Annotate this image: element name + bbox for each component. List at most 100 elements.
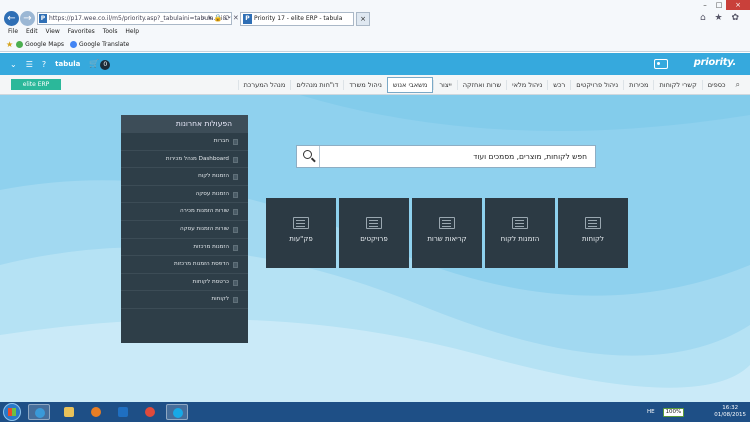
- search-icon[interactable]: ⌕: [731, 80, 740, 90]
- recent-item[interactable]: מנהל מכירות Dashboard: [121, 151, 248, 169]
- minimize-button[interactable]: –: [698, 0, 712, 10]
- cart-button[interactable]: 🛒 0: [89, 58, 111, 70]
- language-indicator[interactable]: HE: [647, 409, 655, 415]
- recent-item[interactable]: הזמנות עסקה: [121, 186, 248, 204]
- url-text: https://p17.wee.co.il/m5/priority.asp?_t…: [49, 15, 228, 22]
- form-icon: [439, 217, 455, 229]
- recent-item-label: הזמנות מרכזות: [193, 243, 229, 250]
- menu-edit[interactable]: Edit: [26, 28, 38, 35]
- close-window-button[interactable]: ×: [726, 0, 750, 10]
- menu-project-management[interactable]: ניהול פרויקטים: [570, 80, 623, 90]
- taskbar-skype[interactable]: [166, 404, 188, 420]
- taskbar-outlook[interactable]: [112, 404, 134, 420]
- recent-item[interactable]: הזמנות לקוח: [121, 168, 248, 186]
- recent-item-label: שורות הזמנות עסקה: [180, 225, 229, 232]
- search-icon[interactable]: [297, 146, 320, 167]
- search-placeholder: חפש לקוחות, מוצרים, מסמכים ועוד: [473, 152, 587, 161]
- recent-item-label: מנהל מכירות Dashboard: [165, 155, 229, 162]
- menu-view[interactable]: View: [46, 28, 60, 35]
- recent-item-label: הזמנות לקוח: [198, 173, 229, 180]
- menu-service[interactable]: שרות ואחזקה: [456, 80, 506, 90]
- menu-sales[interactable]: מכירות: [623, 80, 653, 90]
- menu-crm[interactable]: קשרי לקוחות: [653, 80, 701, 90]
- menu-production[interactable]: ייצור: [433, 80, 456, 90]
- menu-management-reports[interactable]: דו"חות מנהלים: [290, 80, 343, 90]
- recent-item-label: הדפסת הזמנות מרכזות: [174, 261, 229, 268]
- recent-item-label: כרטסת לקוחות: [192, 278, 229, 285]
- menu-human-resources[interactable]: משאבי אנוש: [386, 77, 434, 93]
- menu-favorites[interactable]: Favorites: [68, 28, 95, 35]
- global-search-input[interactable]: חפש לקוחות, מוצרים, מסמכים ועוד: [296, 145, 596, 168]
- recent-item[interactable]: הזמנות מרכזות: [121, 239, 248, 257]
- close-icon: ×: [360, 15, 366, 23]
- tab-label: Priority 17 - elite ERP - tabula: [254, 15, 343, 22]
- clock[interactable]: 16:32 01/08/2015: [714, 405, 746, 419]
- battery-indicator[interactable]: 100%: [662, 407, 685, 417]
- favorite-google-translate[interactable]: Google Translate: [70, 41, 129, 48]
- cart-icon: 🛒: [89, 58, 100, 68]
- recent-item[interactable]: לקוחות: [121, 291, 248, 309]
- taskbar-media[interactable]: [85, 404, 107, 420]
- browser-chrome: ← → P https://p17.wee.co.il/m5/priority.…: [0, 0, 750, 52]
- main-menu-bar: elite ERP ⌕ כספים קשרי לקוחות מכירות ניה…: [0, 75, 750, 95]
- taskbar-chrome[interactable]: [139, 404, 161, 420]
- report-icon: [233, 279, 238, 286]
- recent-activities-panel: הפעולות אחרונות חברות מנהל מכירות Dashbo…: [121, 115, 248, 343]
- tile-projects[interactable]: פרויקטים: [339, 198, 409, 268]
- tile-label: קריאות שרות: [427, 235, 467, 243]
- help-icon[interactable]: ?: [42, 60, 46, 69]
- taskbar-ie[interactable]: [28, 404, 50, 420]
- tile-label: לקוחות: [582, 235, 604, 243]
- main-menu: ⌕ כספים קשרי לקוחות מכירות ניהול פרויקטי…: [237, 75, 740, 95]
- back-button[interactable]: ←: [4, 11, 19, 26]
- chevron-down-icon[interactable]: ⌄: [10, 60, 17, 69]
- browser-tab-priority[interactable]: P Priority 17 - elite ERP - tabula: [240, 12, 354, 26]
- user-card-icon[interactable]: [654, 59, 668, 69]
- menu-file[interactable]: File: [8, 28, 18, 35]
- menu-tools[interactable]: Tools: [103, 28, 118, 35]
- recent-item[interactable]: שורות הזמנות עסקה: [121, 221, 248, 239]
- menu-purchasing[interactable]: רכש: [547, 80, 570, 90]
- entity-badge[interactable]: elite ERP: [11, 79, 61, 90]
- company-name[interactable]: tabula: [55, 60, 80, 68]
- chrome-icon: [145, 407, 155, 417]
- dashboard-icon: [233, 156, 238, 163]
- menu-office-management[interactable]: ניהול משרד: [343, 80, 387, 90]
- browser-menu-bar: File Edit View Favorites Tools Help: [8, 28, 145, 35]
- google-maps-icon: [16, 41, 24, 48]
- menu-inventory[interactable]: ניהול מלאי: [506, 80, 547, 90]
- tile-customer-orders[interactable]: הזמנות לקוח: [485, 198, 555, 268]
- folder-icon: [64, 407, 74, 417]
- hamburger-menu-icon[interactable]: ☰: [26, 60, 33, 69]
- internet-explorer-icon: [35, 408, 45, 418]
- form-icon: [233, 226, 238, 233]
- address-tools-icons[interactable]: ⌕ ▾ 🔒 ⟳ ✕: [202, 12, 239, 25]
- tile-work-orders[interactable]: פק"עות: [266, 198, 336, 268]
- favorite-google-maps[interactable]: Google Maps: [16, 41, 64, 48]
- header-tools: ⌄ ☰ ? tabula 🛒 0: [10, 53, 119, 75]
- taskbar-explorer[interactable]: [58, 404, 80, 420]
- recent-item-label: הזמנות עסקה: [195, 190, 229, 197]
- recent-item[interactable]: חברות: [121, 133, 248, 151]
- close-tab-button[interactable]: ×: [356, 12, 370, 26]
- start-button[interactable]: [3, 403, 21, 421]
- form-icon: [233, 297, 238, 304]
- favorite-label: Google Translate: [79, 41, 130, 48]
- tile-service-calls[interactable]: קריאות שרות: [412, 198, 482, 268]
- forward-button[interactable]: →: [20, 11, 35, 26]
- windows-taskbar: HE 100% 16:32 01/08/2015: [0, 402, 750, 422]
- tile-label: הזמנות לקוח: [500, 235, 540, 243]
- menu-system-admin[interactable]: מנהל המערכת: [237, 80, 291, 90]
- clock-time: 16:32: [722, 405, 739, 411]
- recent-item[interactable]: שורות הזמנות מכירה: [121, 203, 248, 221]
- form-icon: [293, 217, 309, 229]
- outlook-icon: [118, 407, 128, 417]
- home-favorites-settings-icons[interactable]: ⌂ ★ ✿: [700, 13, 742, 23]
- menu-help[interactable]: Help: [125, 28, 139, 35]
- favorites-star-icon[interactable]: ★: [6, 40, 13, 49]
- recent-item[interactable]: כרטסת לקוחות: [121, 274, 248, 292]
- tile-customers[interactable]: לקוחות: [558, 198, 628, 268]
- maximize-button[interactable]: □: [712, 0, 726, 10]
- recent-item[interactable]: הדפסת הזמנות מרכזות: [121, 256, 248, 274]
- menu-finance[interactable]: כספים: [701, 80, 731, 90]
